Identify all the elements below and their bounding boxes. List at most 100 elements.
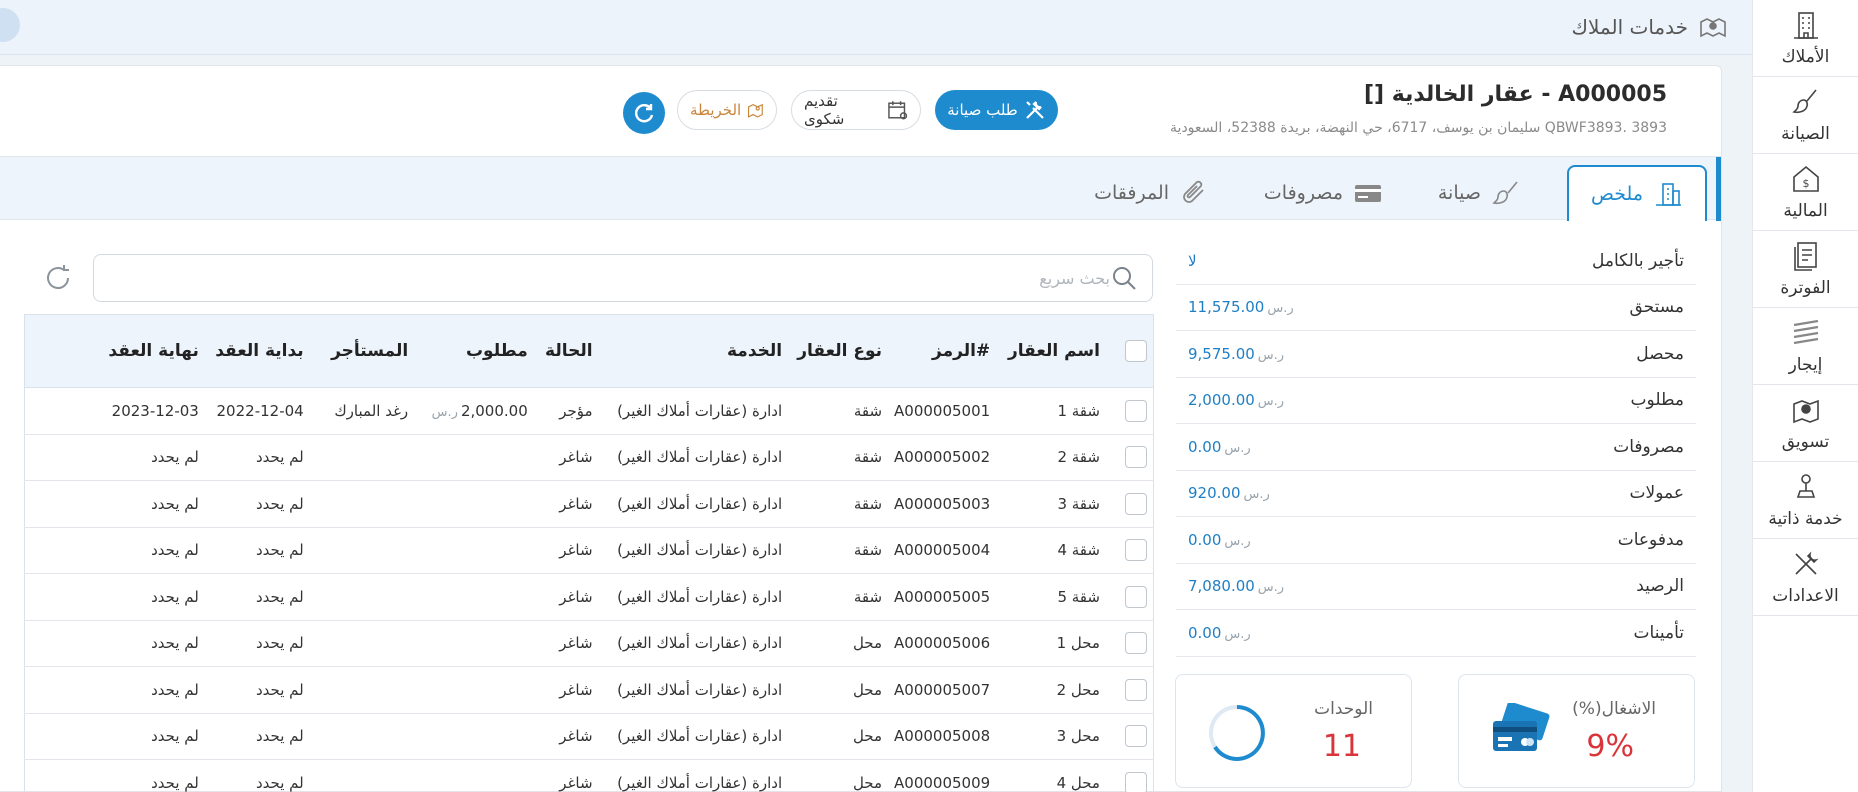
cell-tenant [309,620,415,667]
table-row[interactable]: شقة 3 A000005003 شقة ادارة (عقارات أملاك… [23,480,1154,528]
summary-label: محصل [1636,343,1684,364]
summary-row: 7,080.00 ر.س الرصيد [1176,564,1696,610]
summary-label: مستحق [1629,297,1684,318]
nav-item-invoicing[interactable]: الفوترة [1753,231,1858,308]
row-select [1105,527,1154,574]
property-title: A000005 - عقار الخالدية [] [1363,82,1667,107]
cell-code: A000005003 [888,480,997,528]
nav-label: إيجار [1788,355,1823,375]
tab-attachments[interactable]: المرفقات [1072,165,1231,221]
owner-services-icon [1700,18,1726,38]
cell-type: محل [788,759,889,792]
cell-end: لم يحدد [23,759,205,792]
map-button[interactable]: الخريطة [677,90,777,130]
col-service[interactable]: الخدمة [598,314,789,388]
cell-start: لم يحدد [204,573,310,621]
nav-item-marketing[interactable]: تسويق [1753,385,1858,462]
side-nav: الأملاك الصيانة $ المالية الفوترة إيجار … [1752,0,1858,792]
nav-item-settings[interactable]: الاعدادات [1753,539,1858,616]
col-name[interactable]: اسم العقار [996,314,1106,388]
paperclip-icon [1183,180,1204,203]
row-checkbox[interactable] [1125,492,1147,515]
col-tenant[interactable]: المستأجر [309,314,415,388]
summary-label: مطلوب [1630,390,1684,411]
summary-value: 11,575.00 [1188,298,1265,317]
table-row[interactable]: محل 2 A000005007 محل ادارة (عقارات أملاك… [23,666,1154,714]
table-row[interactable]: شقة 5 A000005005 شقة ادارة (عقارات أملاك… [23,573,1154,621]
col-start[interactable]: بداية العقد [204,314,310,388]
cell-tenant [309,573,415,621]
search-icon[interactable] [1110,264,1138,292]
cell-name: محل 1 [996,620,1106,667]
cell-name: شقة 3 [996,480,1106,528]
cell-code: A000005002 [888,434,997,481]
col-type[interactable]: نوع العقار [788,314,889,388]
col-status[interactable]: الحالة [533,314,599,388]
cell-status: شاغر [533,573,599,621]
summary-building-icon [1656,183,1681,206]
row-checkbox[interactable] [1125,632,1147,655]
cell-code: A000005009 [888,759,997,792]
table-row[interactable]: محل 3 A000005008 محل ادارة (عقارات أملاك… [23,713,1154,760]
summary-value: 7,080.00 [1188,577,1255,596]
menu-fab[interactable] [0,8,20,42]
nav-item-finance[interactable]: $ المالية [1753,154,1858,231]
nav-item-rent[interactable]: إيجار [1753,308,1858,385]
nav-item-properties[interactable]: الأملاك [1753,0,1858,77]
cell-service: ادارة (عقارات أملاك الغير) [598,759,789,792]
col-end[interactable]: نهاية العقد [23,314,205,388]
tab-expenses[interactable]: مصروفات [1242,165,1405,221]
search-input[interactable] [108,268,1110,288]
nav-label: الصيانة [1781,124,1830,144]
row-checkbox[interactable] [1125,725,1147,748]
submit-complaint-button[interactable]: تقديم شكوى [791,90,921,130]
reload-icon[interactable] [42,262,74,294]
col-code[interactable]: #الرمز [888,314,997,388]
nav-label: الاعدادات [1772,586,1839,606]
cell-due: 2,000.00ر.س [414,387,534,435]
redo-button[interactable] [623,92,665,134]
row-checkbox[interactable] [1125,446,1147,469]
nav-item-maintenance[interactable]: الصيانة [1753,77,1858,154]
cell-type: شقة [788,527,889,574]
cell-start: لم يحدد [204,527,310,574]
row-checkbox[interactable] [1125,399,1147,422]
due-value: 2,000.00 [460,401,528,420]
cell-status: شاغر [533,759,599,792]
map-label: الخريطة [690,101,742,119]
cell-code: A000005005 [888,573,997,621]
cell-start: لم يحدد [204,434,310,481]
cell-due [414,527,534,574]
cell-tenant [309,480,415,528]
cell-start: لم يحدد [204,713,310,760]
cell-name: شقة 4 [996,527,1106,574]
cell-name: شقة 2 [996,434,1106,481]
maintenance-request-button[interactable]: طلب صيانة [935,90,1058,130]
nav-item-self-service[interactable]: خدمة ذاتية [1753,462,1858,539]
select-all-checkbox[interactable] [1125,340,1147,362]
row-checkbox[interactable] [1125,585,1147,608]
row-select [1105,480,1154,528]
tab-label: مصروفات [1263,182,1343,204]
table-row[interactable]: شقة 4 A000005004 شقة ادارة (عقارات أملاك… [23,527,1154,574]
quick-search [93,254,1153,302]
table-row[interactable]: شقة 2 A000005002 شقة ادارة (عقارات أملاك… [23,434,1154,481]
row-checkbox[interactable] [1125,771,1147,792]
summary-row: 0.00 ر.س تأمينات [1176,610,1696,657]
row-checkbox[interactable] [1125,678,1147,701]
tab-maintenance[interactable]: صيانة [1416,165,1543,221]
col-due[interactable]: مطلوب [414,314,534,388]
tab-label: ملخص [1590,183,1643,205]
units-label: الوحدات [1314,699,1373,719]
row-checkbox[interactable] [1125,539,1147,562]
table-row[interactable]: شقة 1 A000005001 شقة ادارة (عقارات أملاك… [23,387,1154,435]
table-row[interactable]: محل 1 A000005006 محل ادارة (عقارات أملاك… [23,620,1154,667]
summary-row: 11,575.00 ر.س مستحق [1176,285,1696,331]
cell-code: A000005007 [888,666,997,714]
tab-summary[interactable]: ملخص [1566,165,1707,221]
summary-row: 2,000.00 ر.س مطلوب [1176,378,1696,424]
summary-row: لا تأجير بالكامل [1176,238,1696,285]
cell-type: شقة [788,573,889,621]
table-row[interactable]: محل 4 A000005009 محل ادارة (عقارات أملاك… [23,759,1154,792]
units-stat: الوحدات 11 [1175,674,1412,788]
